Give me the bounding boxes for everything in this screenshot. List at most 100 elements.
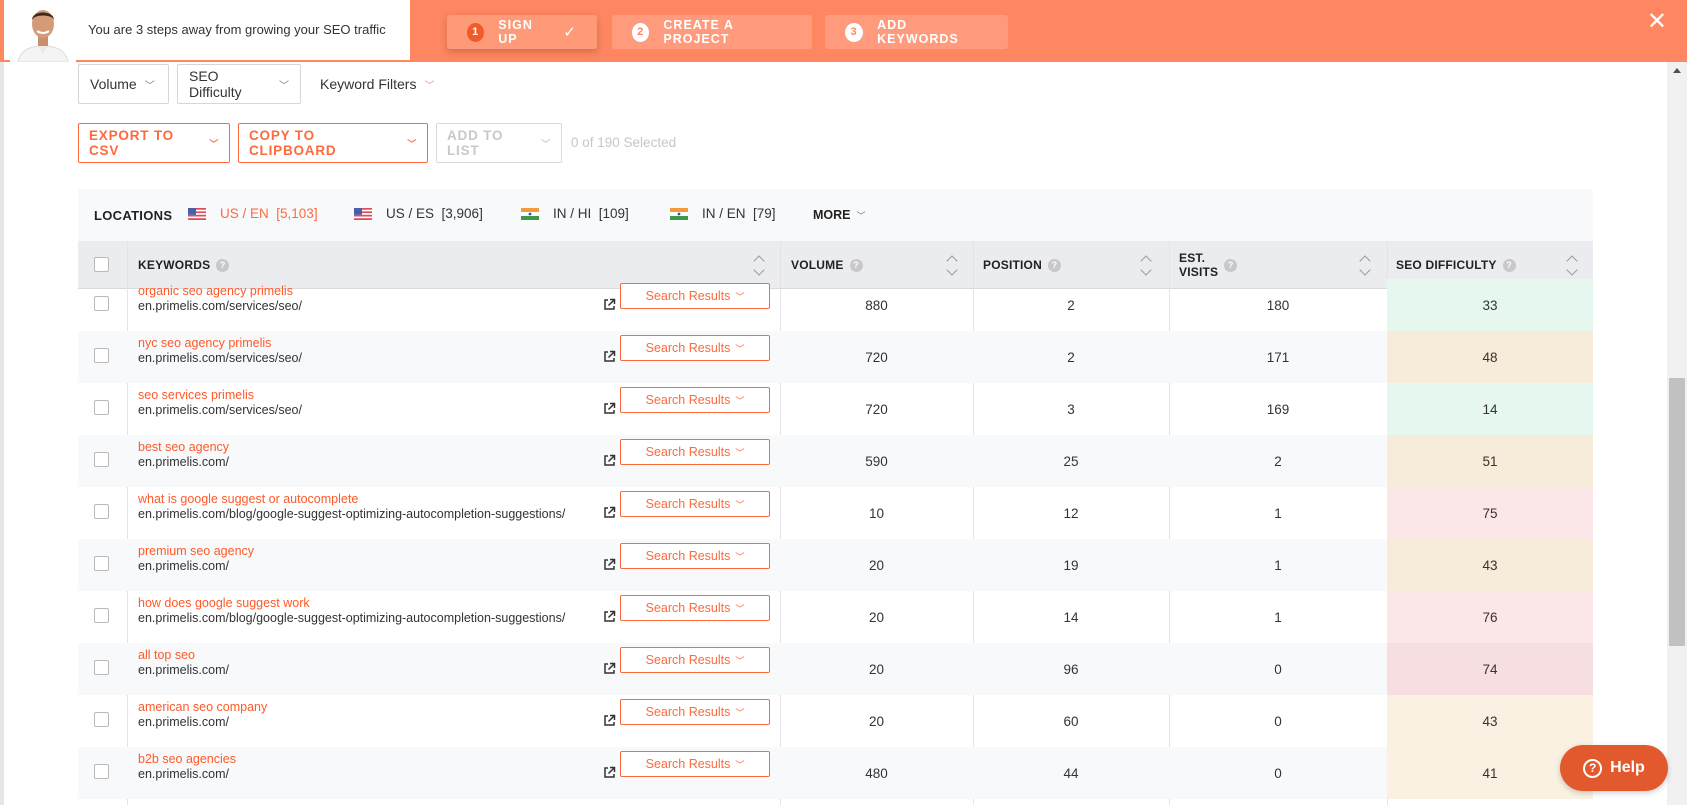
- keyword-link[interactable]: premium seo agency: [138, 544, 254, 558]
- external-link-icon[interactable]: [603, 558, 616, 571]
- row-checkbox[interactable]: [94, 660, 109, 675]
- question-icon: ?: [1224, 258, 1238, 272]
- keyword-link[interactable]: b2b seo agencies: [138, 752, 236, 766]
- scrollbar-thumb[interactable]: [1669, 378, 1685, 646]
- position-cell: 2: [1067, 349, 1075, 365]
- row-checkbox[interactable]: [94, 608, 109, 623]
- sort-arrows-icon[interactable]: [1142, 253, 1152, 277]
- ranking-url: en.primelis.com/blog/google-suggest-opti…: [138, 611, 566, 625]
- keyword-link[interactable]: organic seo agency primelis: [138, 284, 293, 298]
- location-label: IN / EN: [702, 206, 746, 221]
- keywords-header-label: KEYWORDS: [138, 258, 211, 272]
- sort-arrows-icon[interactable]: [755, 253, 765, 277]
- keyword-link[interactable]: nyc seo agency primelis: [138, 336, 271, 350]
- search-results-button[interactable]: Search Results ﹀: [620, 543, 770, 569]
- row-checkbox[interactable]: [94, 452, 109, 467]
- volume-cell: 20: [868, 557, 885, 573]
- keyword-link[interactable]: how does google suggest work: [138, 596, 310, 610]
- sort-arrows-icon[interactable]: [948, 253, 958, 277]
- search-results-label: Search Results: [645, 393, 731, 407]
- keyword-link[interactable]: american seo company: [138, 700, 267, 714]
- keyword-link[interactable]: best seo agency: [138, 440, 229, 454]
- search-results-label: Search Results: [645, 341, 731, 355]
- locations-more-dropdown[interactable]: MORE ﹀: [813, 208, 866, 222]
- add-to-list-button[interactable]: ADD TO LIST ﹀: [436, 123, 562, 163]
- question-circle-icon: ?: [1583, 758, 1603, 778]
- external-link-icon[interactable]: [603, 298, 616, 311]
- search-results-button[interactable]: Search Results ﹀: [620, 491, 770, 517]
- est-visits-header-label-2: VISITS: [1179, 265, 1219, 279]
- ranking-url: en.primelis.com/services/seo/: [138, 403, 302, 417]
- row-checkbox[interactable]: [94, 764, 109, 779]
- external-link-icon[interactable]: [603, 610, 616, 623]
- external-link-icon[interactable]: [603, 350, 616, 363]
- external-link-icon[interactable]: [603, 454, 616, 467]
- question-icon: ?: [1502, 258, 1516, 272]
- row-checkbox[interactable]: [94, 296, 109, 311]
- select-all-checkbox[interactable]: [94, 257, 109, 272]
- help-button[interactable]: ? Help: [1560, 745, 1668, 791]
- location-in-hi[interactable]: IN / HI [109]: [521, 206, 629, 221]
- keyword-filters-label: Keyword Filters: [320, 76, 417, 92]
- external-link-icon[interactable]: [603, 402, 616, 415]
- row-checkbox[interactable]: [94, 400, 109, 415]
- sort-arrows-icon[interactable]: [1361, 253, 1371, 277]
- row-checkbox[interactable]: [94, 712, 109, 727]
- volume-filter-label: Volume: [90, 76, 137, 92]
- search-results-button[interactable]: Search Results ﹀: [620, 595, 770, 621]
- search-results-button[interactable]: Search Results ﹀: [620, 335, 770, 361]
- more-label: MORE: [813, 208, 851, 222]
- question-icon: ?: [1047, 258, 1061, 272]
- est-visits-cell: 169: [1266, 401, 1290, 417]
- export-to-csv-button[interactable]: EXPORT TO CSV ﹀: [78, 123, 230, 163]
- external-link-icon[interactable]: [603, 714, 616, 727]
- keyword-link[interactable]: seo services primelis: [138, 388, 254, 402]
- search-results-button[interactable]: Search Results ﹀: [620, 647, 770, 673]
- chevron-down-icon: ﹀: [735, 395, 745, 406]
- search-results-label: Search Results: [645, 705, 731, 719]
- search-results-button[interactable]: Search Results ﹀: [620, 283, 770, 309]
- volume-cell: 590: [865, 453, 888, 469]
- step-create-project[interactable]: 2 CREATE A PROJECT: [612, 15, 812, 49]
- ranking-url: en.primelis.com/services/seo/: [138, 351, 302, 365]
- keyword-filters-dropdown[interactable]: Keyword Filters ﹀: [320, 64, 434, 104]
- search-results-button[interactable]: Search Results ﹀: [620, 751, 770, 777]
- seo-difficulty-cell: 51: [1387, 435, 1593, 487]
- close-icon[interactable]: ✕: [1647, 10, 1667, 34]
- position-cell: 96: [1063, 661, 1079, 677]
- step-number: 2: [632, 22, 650, 42]
- chevron-down-icon: ﹀: [735, 499, 745, 510]
- keyword-link[interactable]: what is google suggest or autocomplete: [138, 492, 358, 506]
- in-flag-icon: [670, 207, 688, 220]
- table-row: what is google suggest or autocomplete en…: [78, 487, 1593, 539]
- search-results-button[interactable]: Search Results ﹀: [620, 387, 770, 413]
- location-us-en[interactable]: US / EN [5,103]: [188, 206, 318, 221]
- row-checkbox[interactable]: [94, 348, 109, 363]
- est-visits-cell: 1: [1274, 609, 1282, 625]
- search-results-label: Search Results: [645, 757, 731, 771]
- external-link-icon[interactable]: [603, 506, 616, 519]
- sort-arrows-icon[interactable]: [1568, 253, 1578, 277]
- seo-difficulty-filter[interactable]: SEO Difficulty ﹀: [177, 64, 301, 104]
- external-link-icon[interactable]: [603, 766, 616, 779]
- est-visits-cell: 2: [1274, 453, 1282, 469]
- table-row: b2b seo agencies en.primelis.com/Search R…: [78, 747, 1593, 799]
- volume-filter[interactable]: Volume ﹀: [78, 64, 169, 104]
- location-in-en[interactable]: IN / EN [79]: [670, 206, 776, 221]
- volume-cell: 720: [865, 401, 888, 417]
- step-add-keywords[interactable]: 3 ADD KEYWORDS: [825, 15, 1008, 49]
- chevron-down-icon: ﹀: [279, 80, 289, 92]
- row-checkbox[interactable]: [94, 504, 109, 519]
- seo-difficulty-header-label: SEO DIFFICULTY: [1396, 258, 1497, 272]
- keyword-link[interactable]: all top seo: [138, 648, 195, 662]
- copy-to-clipboard-button[interactable]: COPY TO CLIPBOARD ﹀: [238, 123, 428, 163]
- row-checkbox[interactable]: [94, 556, 109, 571]
- search-results-button[interactable]: Search Results ﹀: [620, 439, 770, 465]
- search-results-button[interactable]: Search Results ﹀: [620, 699, 770, 725]
- step-sign-up[interactable]: 1 SIGN UP ✓: [447, 15, 597, 49]
- step-label: ADD KEYWORDS: [877, 18, 959, 46]
- scroll-up-arrow-icon[interactable]: [1673, 68, 1681, 73]
- external-link-icon[interactable]: [603, 662, 616, 675]
- volume-cell: 480: [865, 765, 888, 781]
- location-us-es[interactable]: US / ES [3,906]: [354, 206, 483, 221]
